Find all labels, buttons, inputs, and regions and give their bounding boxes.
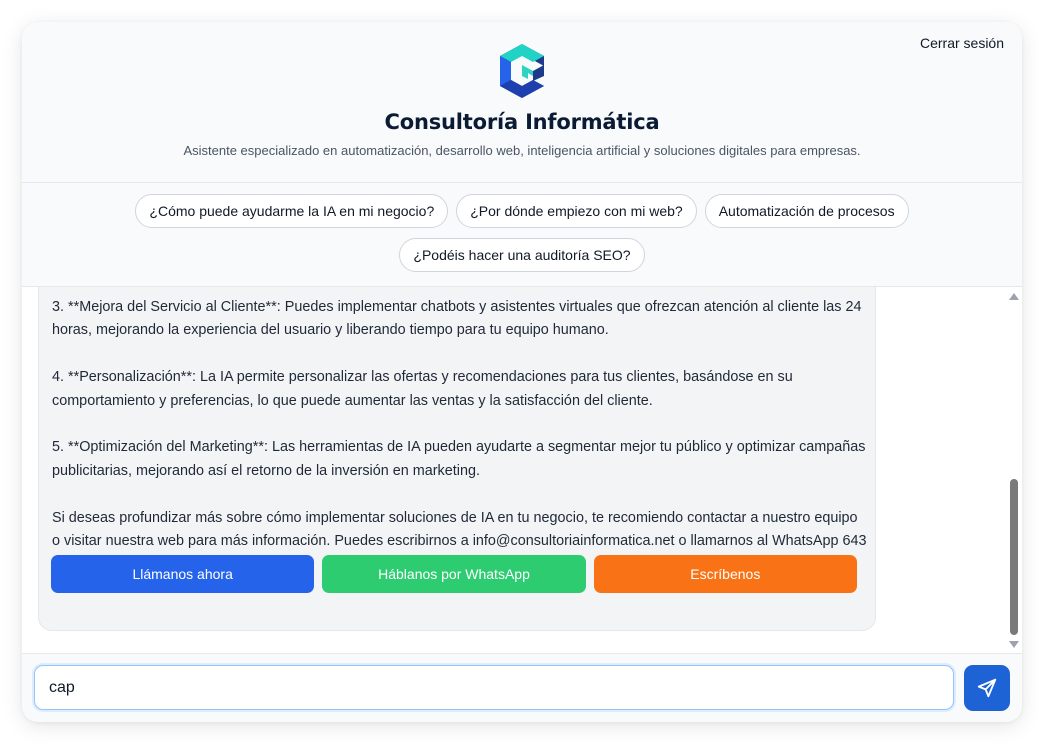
suggestion-chip-automation[interactable]: Automatización de procesos <box>704 194 909 228</box>
suggestion-chip-ia[interactable]: ¿Cómo puede ayudarme la IA en mi negocio… <box>135 194 449 228</box>
chat-scrollbar[interactable] <box>1006 287 1022 653</box>
call-button[interactable]: Llámanos ahora <box>51 555 315 593</box>
scroll-up-arrow-icon[interactable] <box>1009 293 1019 300</box>
cube-c-logo-icon <box>492 40 552 100</box>
suggestion-row: ¿Podéis hacer una auditoría SEO? <box>22 238 1022 272</box>
contact-actions: Llámanos ahora Háblanos por WhatsApp Esc… <box>51 555 857 593</box>
assistant-message: 3. **Mejora del Servicio al Cliente**: P… <box>38 287 876 631</box>
page-subtitle: Asistente especializado en automatizació… <box>183 143 861 158</box>
email-button[interactable]: Escríbenos <box>593 555 857 593</box>
scroll-down-arrow-icon[interactable] <box>1009 641 1019 648</box>
logout-link[interactable]: Cerrar sesión <box>920 35 1004 51</box>
chat-messages[interactable]: 3. **Mejora del Servicio al Cliente**: P… <box>22 287 1022 653</box>
message-input[interactable] <box>34 665 954 710</box>
suggestion-row: ¿Cómo puede ayudarme la IA en mi negocio… <box>22 194 1022 228</box>
whatsapp-button[interactable]: Háblanos por WhatsApp <box>322 555 586 593</box>
send-icon <box>977 678 997 698</box>
message-paragraph: 4. **Personalización**: La IA permite pe… <box>52 369 793 409</box>
scrollbar-thumb[interactable] <box>1010 479 1018 635</box>
suggestion-chips: ¿Cómo puede ayudarme la IA en mi negocio… <box>22 183 1022 287</box>
suggestion-chip-seo[interactable]: ¿Podéis hacer una auditoría SEO? <box>399 238 645 272</box>
header: Cerrar sesión Consultoría Informática As… <box>22 22 1022 183</box>
message-paragraph: 3. **Mejora del Servicio al Cliente**: P… <box>52 299 862 339</box>
message-text: 3. **Mejora del Servicio al Cliente**: P… <box>52 296 867 577</box>
suggestion-chip-web[interactable]: ¿Por dónde empiezo con mi web? <box>456 194 697 228</box>
chat-window: Cerrar sesión Consultoría Informática As… <box>22 22 1022 722</box>
message-paragraph: 5. **Optimización del Marketing**: Las h… <box>52 439 866 479</box>
send-button[interactable] <box>964 665 1010 711</box>
input-bar <box>22 653 1022 722</box>
page-title: Consultoría Informática <box>384 110 660 134</box>
